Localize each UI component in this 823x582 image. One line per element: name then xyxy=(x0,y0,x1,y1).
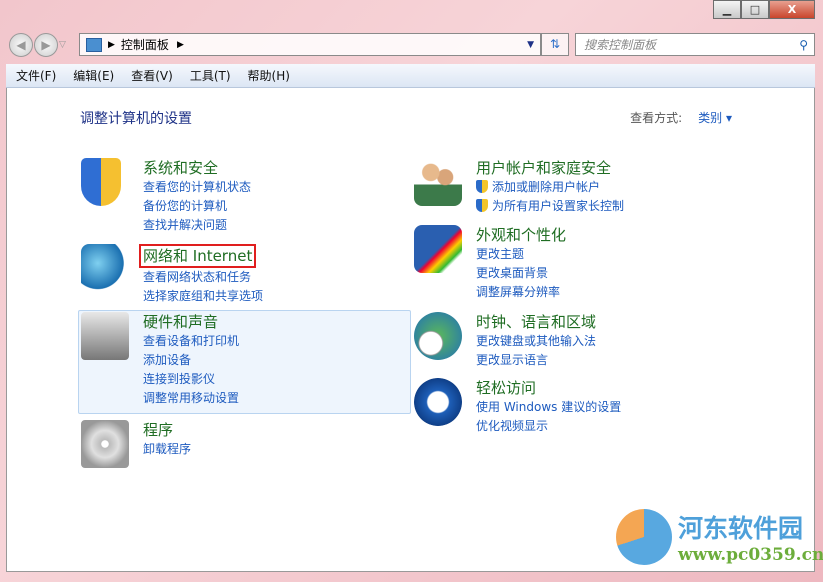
refresh-button[interactable]: ⇅ xyxy=(541,33,569,56)
task-link[interactable]: 卸载程序 xyxy=(143,440,413,459)
uac-shield-icon xyxy=(476,199,488,212)
nav-buttons: ◀ ▶ ▽ xyxy=(9,33,66,57)
category-title[interactable]: 网络和 Internet xyxy=(139,244,256,268)
task-link[interactable]: 更改键盘或其他输入法 xyxy=(476,332,746,351)
monitor-palette-icon xyxy=(414,225,462,273)
watermark-logo-icon xyxy=(616,509,672,565)
clock-globe-icon xyxy=(414,312,462,360)
view-by: 查看方式: 类别 ▾ xyxy=(630,109,732,126)
close-button[interactable]: X xyxy=(769,0,815,19)
task-link[interactable]: 连接到投影仪 xyxy=(143,370,413,389)
task-link[interactable]: 查看网络状态和任务 xyxy=(143,268,413,287)
category-title[interactable]: 时钟、语言和区域 xyxy=(476,312,596,332)
printer-icon xyxy=(81,312,129,360)
window-controls: ▁ □ X xyxy=(713,0,815,19)
task-link[interactable]: 更改显示语言 xyxy=(476,351,746,370)
maximize-button[interactable]: □ xyxy=(741,0,769,19)
task-link[interactable]: 使用 Windows 建议的设置 xyxy=(476,398,746,417)
shield-icon xyxy=(81,158,121,206)
address-dropdown-icon[interactable]: ▼ xyxy=(527,40,534,50)
address-bar[interactable]: ▶ 控制面板 ▶ ▼ xyxy=(79,33,541,56)
recent-pages-icon[interactable]: ▽ xyxy=(59,40,66,50)
chevron-right-icon[interactable]: ▶ xyxy=(177,40,184,50)
page-title: 调整计算机的设置 xyxy=(80,108,192,128)
category-title[interactable]: 硬件和声音 xyxy=(143,312,218,332)
task-link[interactable]: 更改桌面背景 xyxy=(476,264,746,283)
forward-button[interactable]: ▶ xyxy=(34,33,58,57)
menu-file[interactable]: 文件(F) xyxy=(16,67,56,84)
search-placeholder: 搜索控制面板 xyxy=(584,36,656,53)
menu-bar: 文件(F) 编辑(E) 查看(V) 工具(T) 帮助(H) xyxy=(6,64,815,88)
watermark-name: 河东软件园 xyxy=(678,509,823,545)
task-link[interactable]: 查看设备和打印机 xyxy=(143,332,413,351)
content-pane: 调整计算机的设置 查看方式: 类别 ▾ 系统和安全 查看您的计算机状态 备份您的计… xyxy=(6,88,815,572)
category-title[interactable]: 系统和安全 xyxy=(143,158,218,178)
menu-view[interactable]: 查看(V) xyxy=(131,67,173,84)
task-link[interactable]: 查找并解决问题 xyxy=(143,216,413,235)
watermark-logo: 河东软件园 www.pc0359.cn xyxy=(616,509,823,565)
search-icon[interactable]: ⚲ xyxy=(799,38,808,52)
category-title[interactable]: 程序 xyxy=(143,420,173,440)
search-input[interactable]: 搜索控制面板 ⚲ xyxy=(575,33,815,56)
task-link[interactable]: 备份您的计算机 xyxy=(143,197,413,216)
users-icon xyxy=(414,158,462,206)
menu-help[interactable]: 帮助(H) xyxy=(248,67,290,84)
task-link[interactable]: 添加设备 xyxy=(143,351,413,370)
task-link[interactable]: 添加或删除用户帐户 xyxy=(476,178,746,197)
task-link[interactable]: 优化视频显示 xyxy=(476,417,746,436)
network-globe-icon xyxy=(81,244,129,292)
watermark-url: www.pc0359.cn xyxy=(678,545,823,565)
chevron-right-icon[interactable]: ▶ xyxy=(108,40,115,50)
task-link[interactable]: 选择家庭组和共享选项 xyxy=(143,287,413,306)
task-link-label: 添加或删除用户帐户 xyxy=(492,180,600,194)
programs-disc-icon xyxy=(81,420,129,468)
minimize-button[interactable]: ▁ xyxy=(713,0,741,19)
uac-shield-icon xyxy=(476,180,488,193)
task-link[interactable]: 为所有用户设置家长控制 xyxy=(476,197,746,216)
ease-of-access-icon xyxy=(414,378,462,426)
task-link[interactable]: 更改主题 xyxy=(476,245,746,264)
menu-tools[interactable]: 工具(T) xyxy=(190,67,231,84)
control-panel-icon xyxy=(86,38,102,52)
view-by-dropdown[interactable]: 类别 ▾ xyxy=(698,111,732,125)
task-link-label: 为所有用户设置家长控制 xyxy=(492,199,624,213)
task-link[interactable]: 调整常用移动设置 xyxy=(143,389,413,408)
category-title[interactable]: 外观和个性化 xyxy=(476,225,566,245)
breadcrumb-control-panel[interactable]: 控制面板 xyxy=(121,36,169,53)
view-by-label: 查看方式: xyxy=(630,111,682,125)
category-title[interactable]: 轻松访问 xyxy=(476,378,536,398)
back-button[interactable]: ◀ xyxy=(9,33,33,57)
task-link[interactable]: 调整屏幕分辨率 xyxy=(476,283,746,302)
task-link[interactable]: 查看您的计算机状态 xyxy=(143,178,413,197)
menu-edit[interactable]: 编辑(E) xyxy=(73,67,114,84)
category-title[interactable]: 用户帐户和家庭安全 xyxy=(476,158,611,178)
